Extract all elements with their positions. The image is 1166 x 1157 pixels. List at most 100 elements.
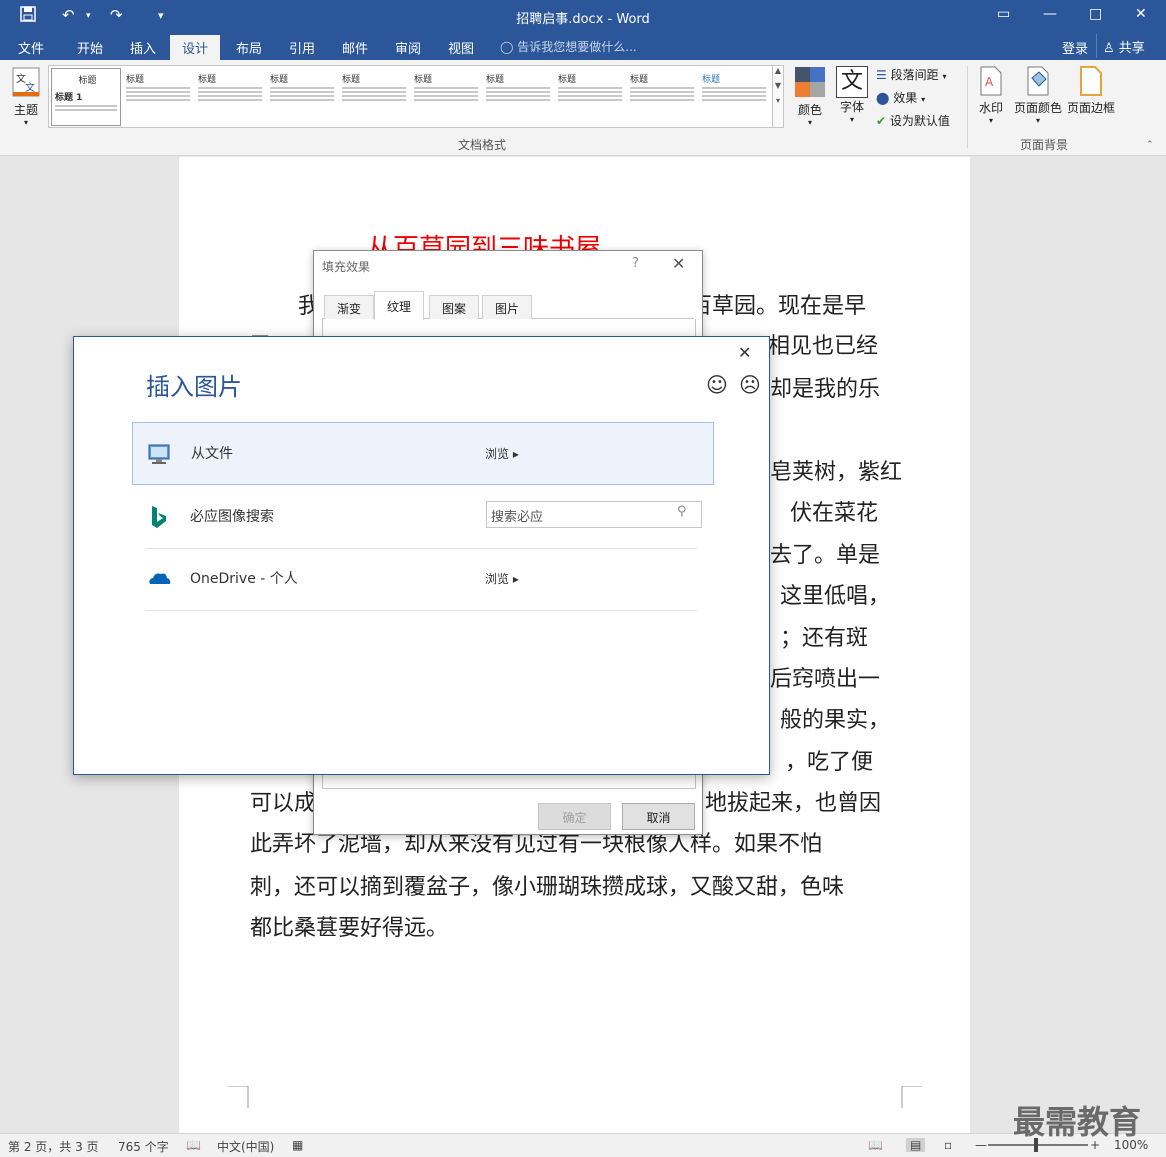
- tab-insert[interactable]: 插入: [130, 38, 156, 57]
- gallery-item[interactable]: 标题: [339, 68, 409, 126]
- gallery-line: [55, 109, 117, 111]
- browse-link[interactable]: 浏览 ▸: [485, 445, 519, 462]
- gallery-item[interactable]: 标题: [483, 68, 553, 126]
- gallery-more-icon[interactable]: ▾: [773, 96, 783, 105]
- tab-texture[interactable]: 纹理: [374, 291, 425, 320]
- tab-file[interactable]: 文件: [18, 38, 44, 57]
- doc-text-line[interactable]: 可以成: [250, 785, 316, 817]
- doc-text-line[interactable]: 皂荚树，紫红: [770, 454, 902, 486]
- tab-review[interactable]: 审阅: [395, 38, 421, 57]
- doc-text-line[interactable]: 去了。单是: [770, 537, 880, 569]
- word-count[interactable]: 765 个字: [118, 1138, 169, 1155]
- gallery-down-icon[interactable]: ▼: [773, 81, 783, 90]
- cancel-button[interactable]: 取消: [622, 803, 695, 830]
- page-count[interactable]: 第 2 页，共 3 页: [8, 1138, 99, 1155]
- page-border-button[interactable]: 页面边框: [1066, 66, 1116, 116]
- gallery-item[interactable]: 标题: [411, 68, 481, 126]
- onedrive-icon: [149, 573, 171, 584]
- onedrive-row[interactable]: OneDrive - 个人 浏览 ▸: [146, 548, 697, 611]
- gallery-line: [270, 99, 334, 101]
- doc-text-line[interactable]: 百草园。现在是早: [690, 288, 866, 320]
- tab-picture[interactable]: 图片: [482, 295, 533, 319]
- gallery-item[interactable]: 标题: [627, 68, 697, 126]
- colors-button[interactable]: 颜色 ▾: [792, 66, 828, 127]
- gallery-up-icon[interactable]: ▲: [773, 66, 783, 75]
- paragraph-spacing-button[interactable]: ☰ 段落间距 ▾: [876, 66, 946, 83]
- gallery-line: [270, 87, 334, 89]
- tab-references[interactable]: 引用: [289, 38, 315, 57]
- gallery-item[interactable]: 标题: [267, 68, 337, 126]
- gallery-line: [414, 87, 478, 89]
- zoom-slider[interactable]: [988, 1144, 1088, 1146]
- minimize-button[interactable]: —: [1043, 6, 1057, 22]
- tab-home[interactable]: 开始: [77, 38, 103, 57]
- watermark-logo: 最需教育: [1013, 1103, 1142, 1141]
- share-button[interactable]: ♙ 共享: [1096, 34, 1162, 58]
- doc-text-line[interactable]: 地拔起来，也曾因: [705, 785, 881, 817]
- from-file-row[interactable]: 从文件 浏览 ▸: [132, 422, 714, 485]
- gallery-item[interactable]: 标题: [555, 68, 625, 126]
- set-default-button[interactable]: ✔ 设为默认值: [876, 112, 950, 129]
- print-layout-icon[interactable]: ▤: [906, 1138, 926, 1152]
- watermark-button[interactable]: A 水印 ▾: [976, 66, 1006, 125]
- browse-link[interactable]: 浏览 ▸: [485, 570, 519, 587]
- tab-pattern[interactable]: 图案: [429, 295, 480, 319]
- theme-button[interactable]: 文文 主题 ▾: [8, 66, 44, 127]
- gallery-item[interactable]: 标题: [123, 68, 193, 126]
- frown-feedback-icon[interactable]: ☹: [739, 373, 761, 397]
- effects-button[interactable]: ⬤ 效果 ▾: [876, 89, 925, 106]
- tab-gradient[interactable]: 渐变: [324, 295, 375, 319]
- doc-text-line[interactable]: 般的果实，: [780, 702, 890, 734]
- zoom-out-button[interactable]: —: [975, 1138, 987, 1152]
- tab-view[interactable]: 视图: [448, 38, 474, 57]
- fonts-button[interactable]: 文 字体 ▾: [834, 66, 870, 124]
- doc-text-line[interactable]: 刺，还可以摘到覆盆子，像小珊瑚珠攒成球，又酸又甜，色味: [250, 869, 844, 901]
- doc-text-line[interactable]: 后窍喷出一: [770, 661, 880, 693]
- tab-layout[interactable]: 布局: [236, 38, 262, 57]
- smile-feedback-icon[interactable]: ☺: [706, 373, 728, 397]
- login-link[interactable]: 登录: [1062, 38, 1088, 57]
- maximize-button[interactable]: □: [1089, 6, 1102, 22]
- close-icon[interactable]: ✕: [738, 343, 751, 362]
- macro-icon[interactable]: ▦: [292, 1138, 303, 1152]
- close-button[interactable]: ✕: [1135, 6, 1147, 22]
- gallery-item[interactable]: 标题: [699, 68, 769, 126]
- bing-search-row[interactable]: 必应图像搜索 搜索必应 ⚲: [146, 486, 702, 549]
- title-bar: ↶ ▾ ↷ ▾ 招聘启事.docx - Word ▭ — □ ✕: [0, 0, 1166, 33]
- tell-me-box[interactable]: ◯ 告诉我您想要做什么...: [500, 38, 637, 55]
- gallery-line: [342, 95, 406, 97]
- close-icon[interactable]: ✕: [672, 254, 685, 273]
- language[interactable]: 中文(中国): [217, 1138, 274, 1155]
- style-gallery[interactable]: 标题 标题 1 标题 标题 标题 标题 标题 标题 标题 标题 标题: [48, 65, 774, 128]
- gallery-item[interactable]: 标题: [195, 68, 265, 126]
- lightbulb-icon: ◯: [500, 40, 514, 54]
- doc-text-line[interactable]: 相见也已经: [768, 328, 878, 360]
- collapse-ribbon-icon[interactable]: ⌃: [1146, 140, 1154, 150]
- doc-text-line[interactable]: 却是我的乐: [770, 371, 880, 403]
- proofing-icon[interactable]: 📖: [186, 1138, 201, 1152]
- help-icon[interactable]: ?: [632, 256, 639, 271]
- ribbon-options-icon[interactable]: ▭: [997, 6, 1010, 22]
- read-mode-icon[interactable]: 📖: [868, 1138, 883, 1152]
- gallery-scroll[interactable]: ▲ ▼ ▾: [772, 65, 784, 128]
- gallery-item[interactable]: 标题 标题 1: [51, 68, 121, 126]
- paragraph-spacing-label: 段落间距: [890, 68, 939, 82]
- bing-search-label: 必应图像搜索: [190, 509, 274, 525]
- doc-text-line[interactable]: 这里低唱，: [780, 578, 890, 610]
- bing-search-input[interactable]: 搜索必应 ⚲: [486, 501, 702, 528]
- gallery-line: [126, 99, 190, 101]
- doc-text-line[interactable]: ，吃了便: [785, 744, 873, 776]
- doc-text-line[interactable]: 伏在菜花: [790, 495, 878, 527]
- colors-dropdown-icon: ▾: [807, 118, 812, 127]
- doc-text-line[interactable]: 都比桑葚要好得远。: [250, 910, 448, 942]
- search-icon[interactable]: ⚲: [677, 504, 687, 519]
- margin-corner-mark: [901, 1086, 922, 1108]
- tab-mailings[interactable]: 邮件: [342, 38, 368, 57]
- web-layout-icon[interactable]: ▫: [944, 1138, 952, 1152]
- page-color-button[interactable]: 页面颜色 ▾: [1013, 66, 1063, 125]
- gallery-line: [486, 87, 550, 89]
- ok-button[interactable]: 确定: [538, 803, 611, 830]
- gallery-line: [630, 87, 694, 89]
- tab-design[interactable]: 设计: [170, 35, 221, 60]
- doc-text-line[interactable]: ；还有斑: [780, 620, 868, 652]
